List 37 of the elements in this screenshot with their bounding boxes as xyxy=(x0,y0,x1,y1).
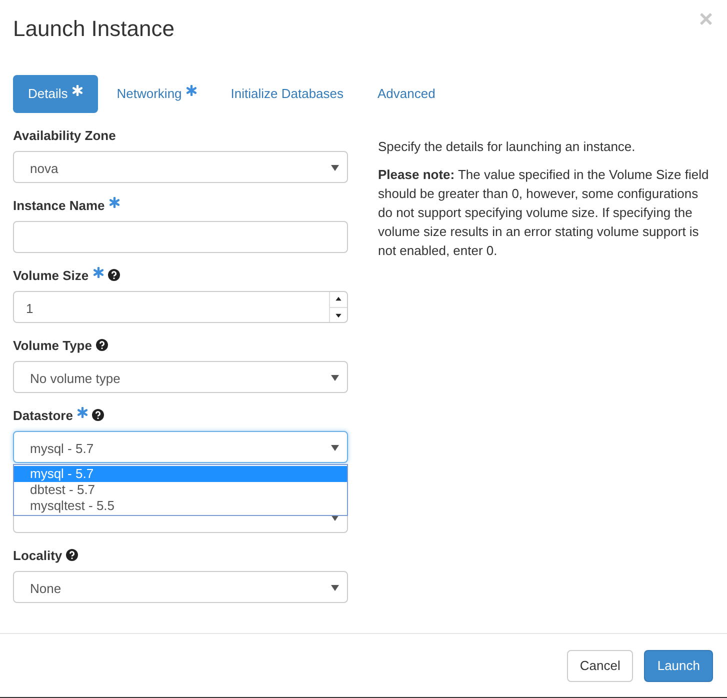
select-value: nova xyxy=(30,160,58,178)
tab[interactable]: Advanced xyxy=(362,75,450,113)
dialog-title: Launch Instance xyxy=(13,14,174,42)
field-label: Datastore xyxy=(13,407,73,426)
launch-button[interactable]: Launch xyxy=(644,650,713,682)
help-icon[interactable] xyxy=(66,549,78,561)
select-field[interactable]: None xyxy=(13,571,348,603)
dropdown-option[interactable]: mysqltest - 5.5 xyxy=(14,498,347,514)
tab[interactable]: Details xyxy=(13,75,98,113)
caret-icon xyxy=(331,585,339,591)
help-icon[interactable] xyxy=(92,409,104,421)
field-label: Instance Name xyxy=(13,197,105,216)
select-field[interactable]: nova xyxy=(13,151,348,183)
input-field[interactable] xyxy=(13,221,348,253)
help-icon[interactable] xyxy=(96,339,108,351)
select-value: No volume type xyxy=(30,370,120,388)
tab[interactable]: Initialize Databases xyxy=(216,75,359,113)
help-text: Specify the details for launching an instance. xyxy=(378,138,636,156)
number-value: 1 xyxy=(26,300,34,318)
help-note: Please note: The value specified in the Volume Size field should be greater than 0, however, some configurations do not support specifying volume size. If specifying the volume size results in an error stating volume support is not enabled, enter 0. xyxy=(378,166,710,260)
spinner-control[interactable] xyxy=(329,292,347,322)
caret-icon xyxy=(331,375,339,381)
dropdown-option[interactable]: dbtest - 5.7 xyxy=(14,482,347,498)
select-field[interactable]: No volume type xyxy=(13,361,348,393)
select-field[interactable]: mysql - 5.7 xyxy=(13,431,348,463)
cancel-button[interactable]: Cancel xyxy=(566,650,634,682)
caret-icon xyxy=(331,165,339,171)
select-value: None xyxy=(30,580,62,598)
number-field[interactable]: 1 xyxy=(13,291,348,323)
field-label: Locality xyxy=(13,547,62,566)
field-label: Volume Size xyxy=(13,267,89,286)
caret-icon xyxy=(331,445,339,451)
tab[interactable]: Networking xyxy=(102,75,212,113)
select-value: mysql - 5.7 xyxy=(30,440,94,458)
help-icon[interactable] xyxy=(108,269,120,281)
field-label: Availability Zone xyxy=(13,127,116,146)
field-label: Volume Type xyxy=(13,337,92,356)
